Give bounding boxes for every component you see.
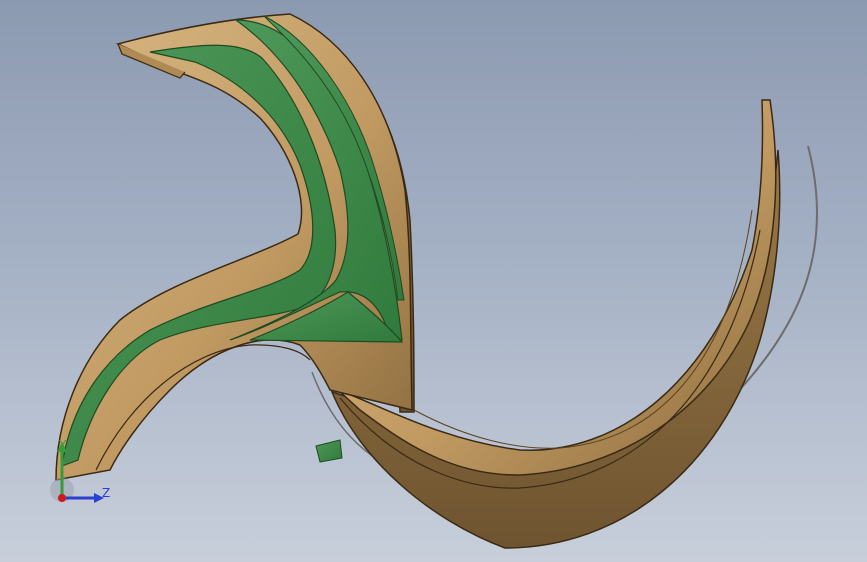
triad-axes: [50, 442, 104, 503]
y-axis-label: Y: [59, 438, 67, 452]
triad-origin: [58, 494, 66, 502]
graphics-viewport[interactable]: Y Z: [0, 0, 867, 562]
z-axis-label: Z: [102, 486, 111, 500]
coordinate-triad: Y Z: [40, 436, 130, 516]
model-3d-view[interactable]: [0, 0, 867, 562]
bottom-tab: [315, 439, 343, 463]
